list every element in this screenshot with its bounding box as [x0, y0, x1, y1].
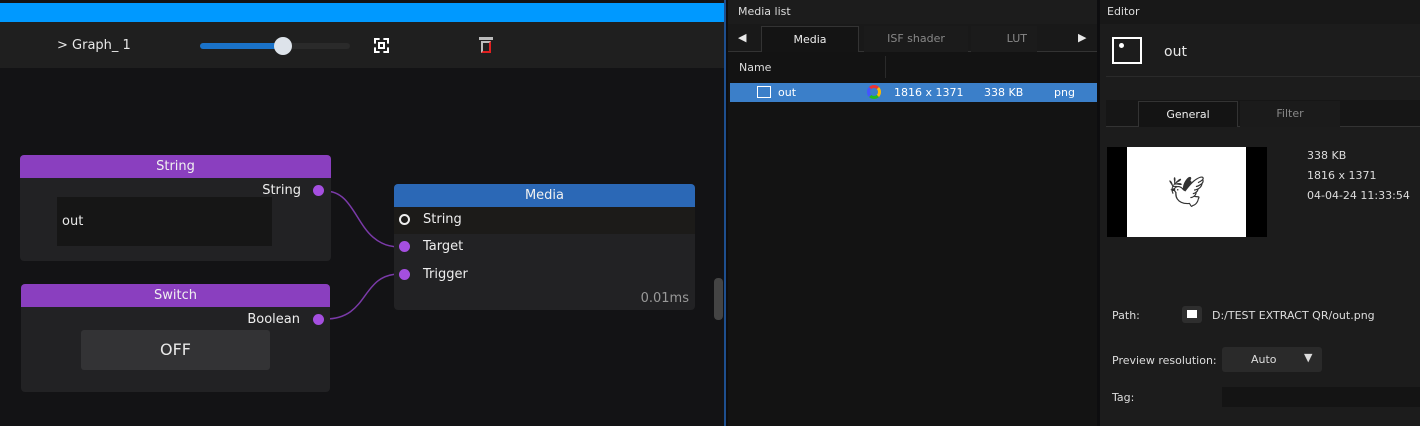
chevron-down-icon: ▼ — [1304, 351, 1313, 364]
info-resolution: 1816 x 1371 — [1307, 169, 1377, 182]
name-column-header[interactable]: Name — [739, 61, 771, 74]
tag-input[interactable] — [1222, 387, 1420, 407]
media-node[interactable]: Media String Target Trigger 0.01ms — [394, 184, 695, 310]
switch-node-header[interactable]: Switch — [21, 284, 330, 307]
media-row-resolution: 1816 x 1371 — [894, 86, 964, 99]
preview-resolution-label: Preview resolution: — [1112, 354, 1217, 367]
target-input-label: Target — [423, 239, 464, 254]
path-value: D:/TEST EXTRACT QR/out.png — [1212, 309, 1375, 322]
switch-node[interactable]: Switch Boolean OFF — [21, 284, 330, 392]
tab-general[interactable]: General — [1138, 101, 1238, 127]
wire-boolean-trigger — [324, 273, 401, 320]
string-node-header[interactable]: String — [20, 155, 331, 178]
media-list-panel: Media list ◀ Media ISF shader LUT ▶ Name… — [728, 0, 1097, 426]
bird-image-thumbnail: 🕊 — [1127, 147, 1246, 237]
wire-string-target — [324, 190, 401, 248]
editor-panel: Editor out General Filter 🕊 338 KB 1816 … — [1100, 0, 1420, 426]
string-node[interactable]: String String out — [20, 155, 331, 261]
tab-lut[interactable]: LUT — [971, 26, 1037, 52]
tab-isf-shader[interactable]: ISF shader — [864, 26, 968, 52]
boolean-output-label: Boolean — [247, 312, 300, 327]
column-divider[interactable] — [885, 56, 886, 78]
media-row-out[interactable]: out 1816 x 1371 338 KB png — [730, 83, 1097, 102]
tab-scroll-left-icon[interactable]: ◀ — [738, 31, 746, 44]
string-output-port[interactable] — [313, 185, 324, 196]
string-value-input[interactable]: out — [57, 197, 272, 246]
media-preview: 🕊 — [1107, 147, 1267, 237]
editor-title: Editor — [1100, 0, 1420, 24]
media-exec-time: 0.01ms — [640, 291, 689, 306]
media-row-name: out — [778, 86, 797, 99]
media-list-title: Media list — [728, 0, 1097, 24]
tab-scroll-right-icon[interactable]: ▶ — [1078, 31, 1086, 44]
color-wheel-icon — [867, 85, 881, 99]
panel-divider[interactable] — [724, 0, 726, 426]
image-icon — [757, 86, 771, 98]
info-date: 04-04-24 11:33:54 — [1307, 189, 1410, 202]
string-input-label: String — [423, 212, 462, 227]
tab-filter[interactable]: Filter — [1240, 101, 1340, 127]
trigger-input-label: Trigger — [423, 267, 468, 282]
string-output-label: String — [262, 183, 301, 198]
switch-toggle-button[interactable]: OFF — [81, 330, 270, 370]
preview-resolution-value: Auto — [1251, 353, 1277, 366]
media-row-type: png — [1054, 86, 1075, 99]
editor-media-name: out — [1164, 44, 1187, 60]
node-graph-panel[interactable]: > Graph_ 1 String String out Switch Bool… — [0, 0, 724, 426]
media-node-header[interactable]: Media — [394, 184, 695, 207]
media-row-size: 338 KB — [984, 86, 1024, 99]
graph-scrollbar[interactable] — [714, 278, 723, 320]
folder-icon — [1187, 310, 1197, 318]
target-input-port[interactable] — [399, 241, 410, 252]
trigger-input-port[interactable] — [399, 269, 410, 280]
info-size: 338 KB — [1307, 149, 1347, 162]
browse-folder-button[interactable] — [1182, 306, 1202, 323]
image-icon — [1112, 37, 1142, 64]
divider — [1106, 76, 1420, 77]
preview-resolution-select[interactable]: Auto ▼ — [1222, 347, 1322, 372]
boolean-output-port[interactable] — [313, 314, 324, 325]
string-input-port[interactable] — [399, 214, 410, 225]
tag-label: Tag: — [1112, 391, 1135, 404]
path-label: Path: — [1112, 309, 1140, 322]
tab-media[interactable]: Media — [761, 26, 859, 52]
